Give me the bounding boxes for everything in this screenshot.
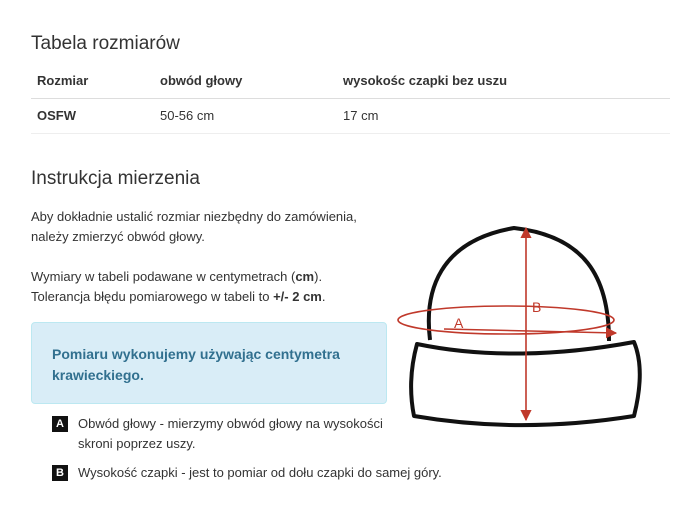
paragraph-line: należy zmierzyć obwód głowy. [31,229,205,244]
tolerance-bold: +/- 2 cm [273,289,322,304]
cell-size: OSFW [37,108,76,123]
unit-bold: cm [295,269,315,284]
size-table-title: Tabela rozmiarów [31,33,180,54]
hat-diagram: A B [397,226,642,427]
measure-a-arrow [443,327,618,339]
legend-item-a: A Obwód głowy - mierzymy obwód głowy na … [52,414,392,454]
paragraph-text: . [321,289,326,304]
instructions-title: Instrukcja mierzenia [31,168,200,189]
paragraph-text: Wymiary w tabeli podawane w centymetrach… [31,269,296,284]
label-b: B [532,299,541,315]
badge-a: A [52,416,68,432]
legend-text-b: Wysokość czapki - jest to pomiar od dołu… [78,465,442,480]
header-hat-height: wysokośc czapki bez uszu [343,73,508,88]
header-head-circumference: obwód głowy [160,73,243,88]
cell-head-circumference: 50-56 cm [160,108,215,123]
legend-item-b: B Wysokość czapki - jest to pomiar od do… [52,463,502,483]
info-box: Pomiaru wykonujemy używając centymetra k… [31,322,387,404]
size-table: Rozmiar obwód głowy wysokośc czapki bez … [31,64,670,134]
badge-b: B [52,465,68,481]
instruction-paragraph-1: Aby dokładnie ustalić rozmiar niezbędny … [31,207,401,247]
cell-hat-height: 17 cm [343,108,379,123]
table-row: OSFW 50-56 cm 17 cm [31,99,670,134]
header-size: Rozmiar [37,73,89,88]
legend-text-a: Obwód głowy - mierzymy obwód głowy na wy… [78,416,383,451]
paragraph-text: ). [314,269,323,284]
size-table-header-row: Rozmiar obwód głowy wysokośc czapki bez … [31,64,670,99]
paragraph-text: Tolerancja błędu pomiarowego w tabeli to [31,289,274,304]
paragraph-line: Aby dokładnie ustalić rozmiar niezbędny … [31,209,357,224]
label-a: A [454,315,464,331]
instruction-paragraph-2: Wymiary w tabeli podawane w centymetrach… [31,267,401,307]
